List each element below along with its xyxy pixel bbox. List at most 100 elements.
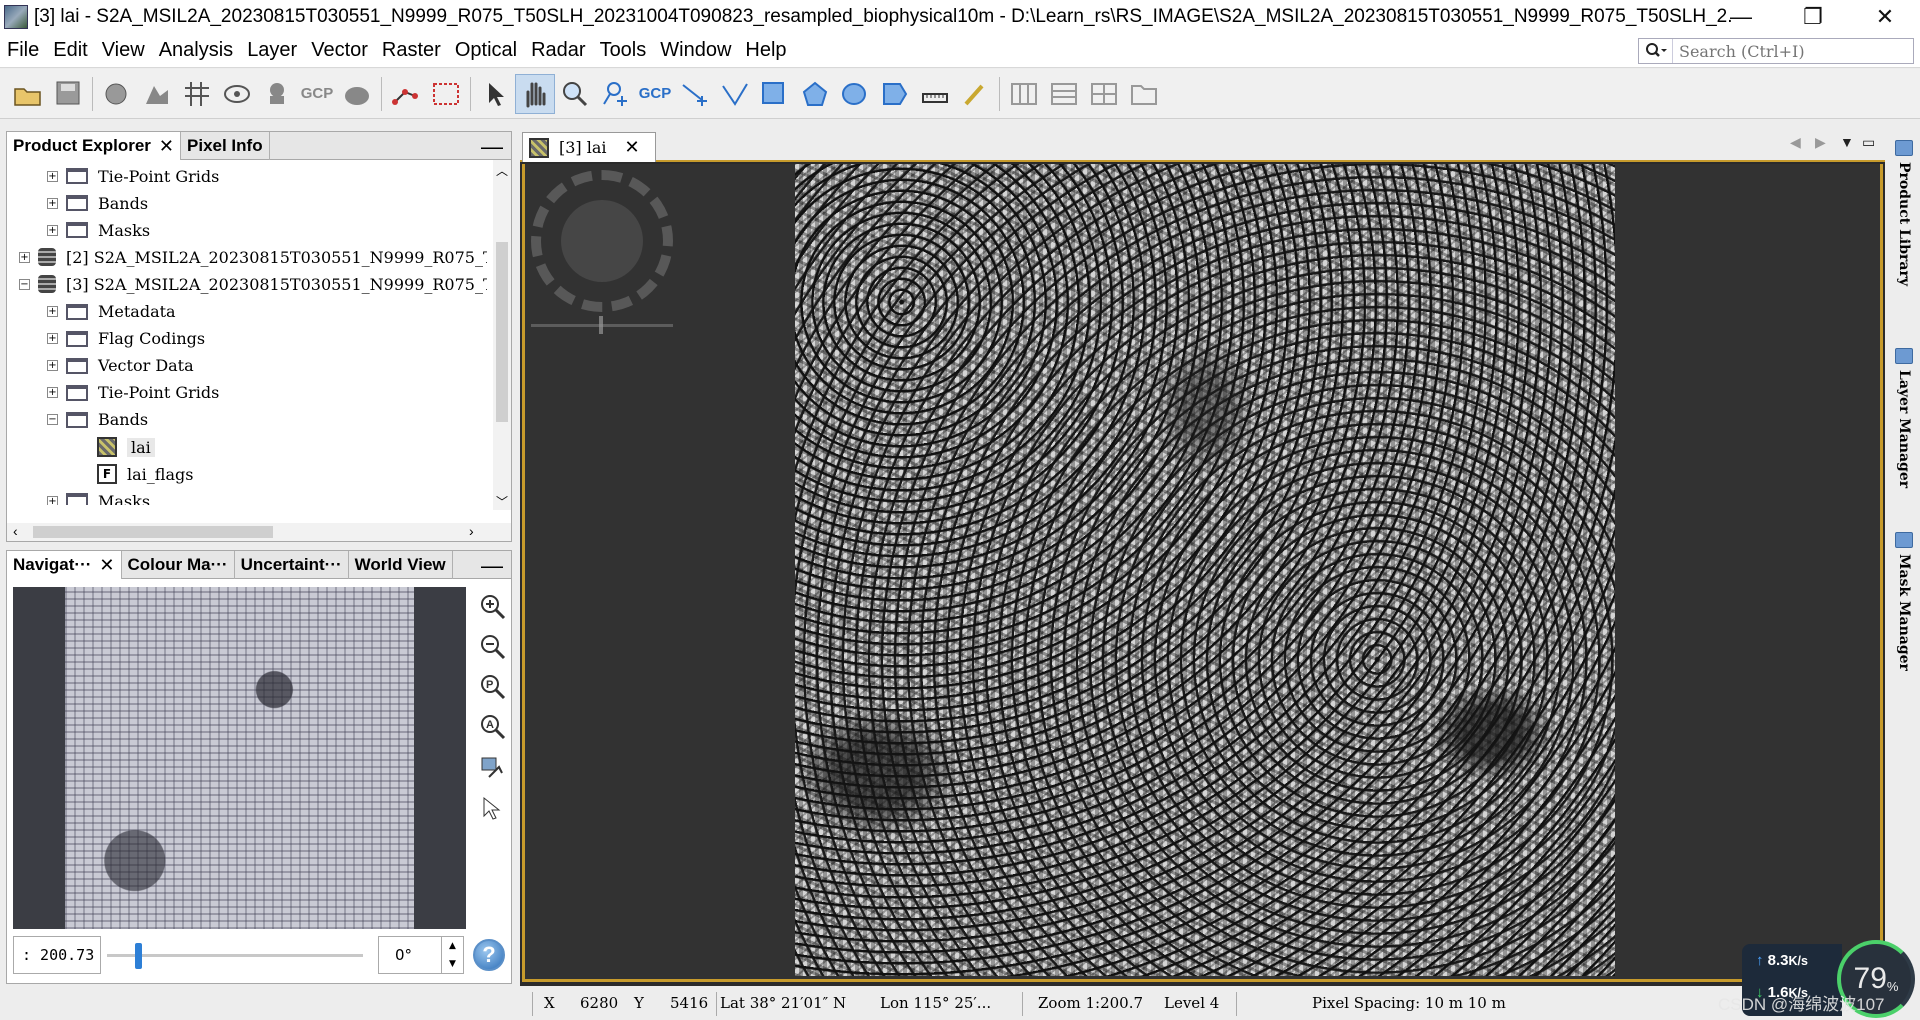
tree-item[interactable]: + Flag Codings bbox=[47, 328, 205, 350]
tree-vertical-scrollbar[interactable]: ︿ ﹀ bbox=[493, 160, 511, 510]
tree-item[interactable]: − [3] S2A_MSIL2A_20230815T030551_N9999_R0… bbox=[19, 273, 487, 295]
minimize-panel-button[interactable]: — bbox=[481, 553, 503, 579]
menu-tools[interactable]: Tools bbox=[593, 39, 654, 62]
minimize-button[interactable]: — bbox=[1706, 0, 1776, 34]
zoom-all-icon[interactable]: A bbox=[477, 711, 509, 743]
tile-vertical-icon[interactable] bbox=[1084, 74, 1124, 114]
scroll-left-icon[interactable]: ‹ bbox=[13, 523, 18, 539]
zoom-factor-field[interactable]: : 200.73 bbox=[13, 936, 101, 974]
rectangle-drawing-icon[interactable] bbox=[755, 74, 795, 114]
tree-item[interactable]: + Metadata bbox=[47, 301, 176, 323]
spectrum-icon[interactable] bbox=[337, 74, 377, 114]
spin-down-icon[interactable]: ▼ bbox=[449, 959, 456, 969]
close-button[interactable]: ✕ bbox=[1850, 0, 1920, 34]
tab-list-icon[interactable]: ▼ bbox=[1840, 134, 1854, 150]
collapse-icon[interactable]: − bbox=[19, 278, 30, 290]
expand-icon[interactable]: + bbox=[47, 306, 58, 317]
tree-item[interactable]: + Masks bbox=[47, 219, 150, 241]
tile-horizontal-icon[interactable] bbox=[1044, 74, 1084, 114]
tree-item[interactable]: − Bands bbox=[47, 409, 148, 431]
spin-up-icon[interactable]: ▲ bbox=[449, 941, 456, 951]
navigation-overview[interactable] bbox=[13, 587, 466, 929]
menu-help[interactable]: Help bbox=[738, 39, 793, 62]
select-tool-icon[interactable] bbox=[475, 74, 515, 114]
tab-uncertainty[interactable]: Uncertaint··· bbox=[235, 551, 349, 579]
tab-pixel-info[interactable]: Pixel Info bbox=[181, 132, 270, 160]
scroll-right-icon[interactable]: › bbox=[469, 523, 474, 539]
close-icon[interactable]: ✕ bbox=[159, 136, 174, 157]
zoom-pixel-icon[interactable]: P bbox=[477, 671, 509, 703]
rotation-spinner[interactable]: ▲ ▼ bbox=[441, 937, 463, 973]
scroll-down-icon[interactable]: ﹀ bbox=[496, 493, 508, 510]
pin-icon[interactable] bbox=[257, 74, 297, 114]
open-product-icon[interactable] bbox=[8, 74, 48, 114]
menu-raster[interactable]: Raster bbox=[375, 39, 448, 62]
tab-colour-manipulation[interactable]: Colour Ma··· bbox=[122, 551, 235, 579]
pan-tool-icon[interactable] bbox=[515, 73, 555, 114]
expand-icon[interactable]: + bbox=[47, 224, 58, 236]
menu-vector[interactable]: Vector bbox=[304, 39, 375, 62]
gcp-placing-icon[interactable]: GCP bbox=[635, 74, 675, 114]
sync-views-icon[interactable] bbox=[477, 753, 509, 785]
tree-item[interactable]: Flai_flags bbox=[97, 463, 193, 485]
expand-icon[interactable]: + bbox=[47, 333, 58, 345]
measure-icon[interactable] bbox=[915, 74, 955, 114]
pointer-icon[interactable] bbox=[955, 74, 995, 114]
menu-view[interactable]: View bbox=[95, 39, 152, 62]
tree-item[interactable]: + Tie-Point Grids bbox=[47, 382, 219, 404]
polygon-drawing-icon[interactable] bbox=[795, 74, 835, 114]
minimize-panel-button[interactable]: — bbox=[481, 134, 503, 160]
graticule-icon[interactable] bbox=[177, 74, 217, 114]
tree-item[interactable]: + [2] S2A_MSIL2A_20230815T030551_N9999_R0… bbox=[19, 246, 487, 268]
collapse-icon[interactable]: − bbox=[47, 414, 58, 426]
zoom-slider[interactable] bbox=[107, 943, 363, 969]
tree-item[interactable]: lai bbox=[97, 436, 155, 458]
tab-navigation[interactable]: Navigat··· ✕ bbox=[7, 551, 122, 579]
menu-edit[interactable]: Edit bbox=[46, 39, 94, 62]
close-icon[interactable]: ✕ bbox=[99, 555, 114, 576]
tile-evenly-icon[interactable] bbox=[1004, 74, 1044, 114]
menu-optical[interactable]: Optical bbox=[448, 39, 524, 62]
restore-button[interactable]: ❐ bbox=[1778, 0, 1848, 34]
tab-product-library[interactable]: Product Library bbox=[1892, 140, 1916, 286]
polyline-drawing-icon[interactable] bbox=[715, 74, 755, 114]
expand-icon[interactable]: + bbox=[19, 251, 30, 263]
search-icon[interactable] bbox=[1639, 39, 1673, 63]
lai-raster-image[interactable] bbox=[795, 164, 1615, 976]
line-drawing-icon[interactable] bbox=[675, 74, 715, 114]
help-button[interactable]: ? bbox=[473, 939, 505, 971]
subset-icon[interactable] bbox=[137, 74, 177, 114]
tree-horizontal-scrollbar[interactable]: ‹ › bbox=[7, 523, 511, 541]
scroll-thumb[interactable] bbox=[496, 242, 508, 422]
navigation-compass-icon[interactable] bbox=[531, 170, 673, 312]
pixel-info-icon[interactable] bbox=[386, 74, 426, 114]
image-canvas[interactable] bbox=[522, 164, 1883, 982]
tree-item[interactable]: + Tie-Point Grids bbox=[47, 165, 219, 187]
expand-icon[interactable]: + bbox=[47, 170, 58, 182]
tree-item[interactable]: + Vector Data bbox=[47, 355, 194, 377]
tree-item[interactable]: + Masks bbox=[47, 490, 150, 505]
tab-layer-manager[interactable]: Layer Manager bbox=[1892, 348, 1916, 488]
tab-product-explorer[interactable]: Product Explorer ✕ bbox=[7, 132, 182, 160]
sync-cursor-icon[interactable] bbox=[477, 793, 509, 825]
range-finder-icon[interactable] bbox=[426, 74, 466, 114]
tree-item[interactable]: + Bands bbox=[47, 192, 148, 214]
previous-tab-icon[interactable]: ◀ bbox=[1790, 134, 1801, 151]
next-tab-icon[interactable]: ▶ bbox=[1815, 134, 1826, 151]
zoom-tool-icon[interactable] bbox=[555, 74, 595, 114]
compass-zoom-slider[interactable] bbox=[531, 316, 673, 334]
search-input[interactable] bbox=[1673, 41, 1903, 61]
close-icon[interactable]: ✕ bbox=[625, 137, 640, 158]
zoom-out-icon[interactable] bbox=[477, 631, 509, 663]
expand-icon[interactable]: + bbox=[47, 197, 58, 209]
zoom-in-icon[interactable] bbox=[477, 591, 509, 623]
overview-thumbnail[interactable] bbox=[65, 587, 414, 929]
tab-lai-image[interactable]: [3] lai ✕ bbox=[522, 132, 656, 162]
scroll-thumb[interactable] bbox=[33, 526, 273, 538]
maximize-view-icon[interactable]: ▭ bbox=[1862, 134, 1875, 151]
slider-knob[interactable] bbox=[135, 943, 142, 969]
tab-mask-manager[interactable]: Mask Manager bbox=[1892, 532, 1916, 671]
expand-icon[interactable]: + bbox=[47, 387, 58, 399]
world-map-icon[interactable] bbox=[217, 74, 257, 114]
expand-icon[interactable]: + bbox=[47, 360, 58, 372]
